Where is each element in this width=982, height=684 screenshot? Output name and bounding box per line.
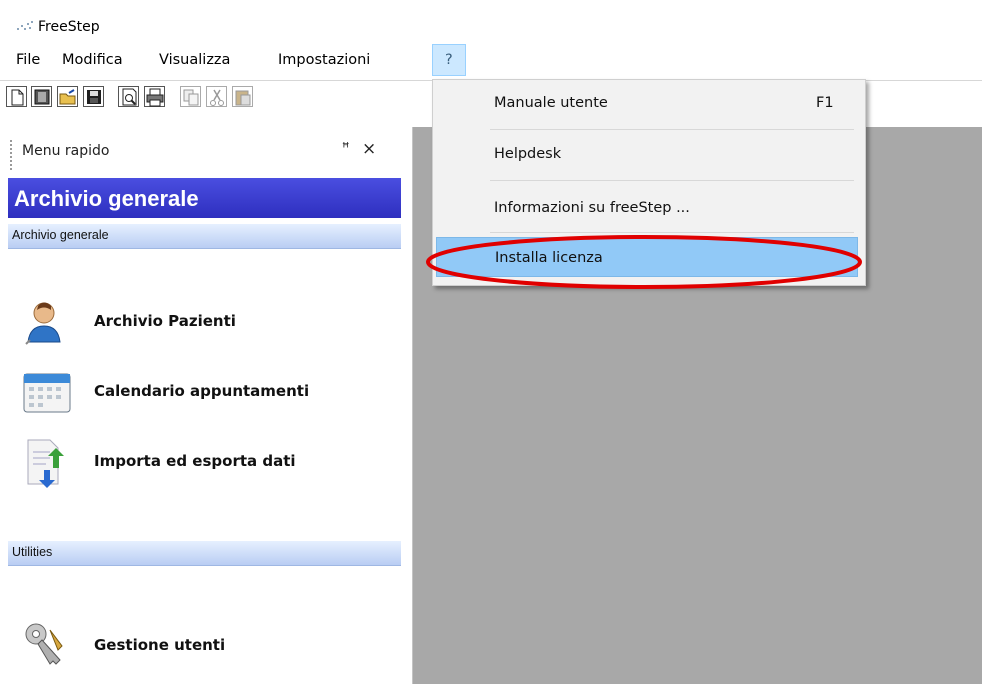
section-utilities[interactable]: Utilities [8,541,401,566]
quick-item-label: Archivio Pazienti [94,312,236,330]
title-bar [0,0,982,44]
quick-item-label: Calendario appuntamenti [94,382,310,400]
new-document-icon[interactable] [6,86,27,107]
quick-item-calendario[interactable]: Calendario appuntamenti [20,366,400,420]
menu-item-manuale-utente[interactable]: Manuale utente F1 [436,83,858,123]
menu-modifica[interactable]: Modifica [62,52,123,68]
section-title: Archivio generale [12,228,109,242]
quick-item-importa-esporta[interactable]: Importa ed esporta dati [20,436,400,490]
print-preview-icon[interactable] [118,86,139,107]
menu-impostazioni[interactable]: Impostazioni [278,52,370,68]
panel-title: Menu rapido [22,143,110,159]
properties-icon[interactable] [31,86,52,107]
pin-icon[interactable]: ꟸ [342,141,350,156]
menu-item-informazioni[interactable]: Informazioni su freeStep ... [436,188,858,228]
menu-item-label: Helpdesk [494,146,562,162]
close-icon[interactable]: × [362,139,376,159]
save-icon[interactable] [83,86,104,107]
paste-icon[interactable] [232,86,253,107]
section-archivio-generale[interactable]: Archivio generale [8,224,401,249]
print-icon[interactable] [144,86,165,107]
app-icon [17,21,33,30]
quick-item-archivio-pazienti[interactable]: Archivio Pazienti [20,296,400,350]
section-title: Utilities [12,545,53,559]
menu-file[interactable]: File [16,52,40,68]
menu-item-helpdesk[interactable]: Helpdesk [436,134,858,174]
menu-visualizza[interactable]: Visualizza [159,52,230,68]
keys-icon [25,623,63,665]
open-folder-icon[interactable] [57,86,78,107]
copy-icon[interactable] [180,86,201,107]
quick-item-label: Importa ed esporta dati [94,452,296,470]
patient-icon [25,302,61,345]
menu-separator [490,129,854,130]
menu-item-label: Manuale utente [494,95,608,111]
quick-item-label: Gestione utenti [94,636,226,654]
window-title: FreeStep [38,19,100,35]
cut-icon[interactable] [206,86,227,107]
group-header-label: Archivio generale [14,186,199,211]
quick-item-gestione-utenti[interactable]: Gestione utenti [20,620,400,674]
menu-bar [0,44,982,76]
menu-help[interactable]: ? [432,44,466,76]
group-header[interactable]: Archivio generale [8,178,401,218]
menu-item-shortcut: F1 [816,95,834,111]
annotation-ellipse [426,235,862,289]
menu-item-label: Informazioni su freeStep ... [494,200,690,216]
panel-grip[interactable] [10,140,14,170]
menu-separator [490,180,854,181]
import-export-icon [27,439,64,488]
calendar-icon [23,373,71,413]
menu-help-label: ? [445,52,453,68]
